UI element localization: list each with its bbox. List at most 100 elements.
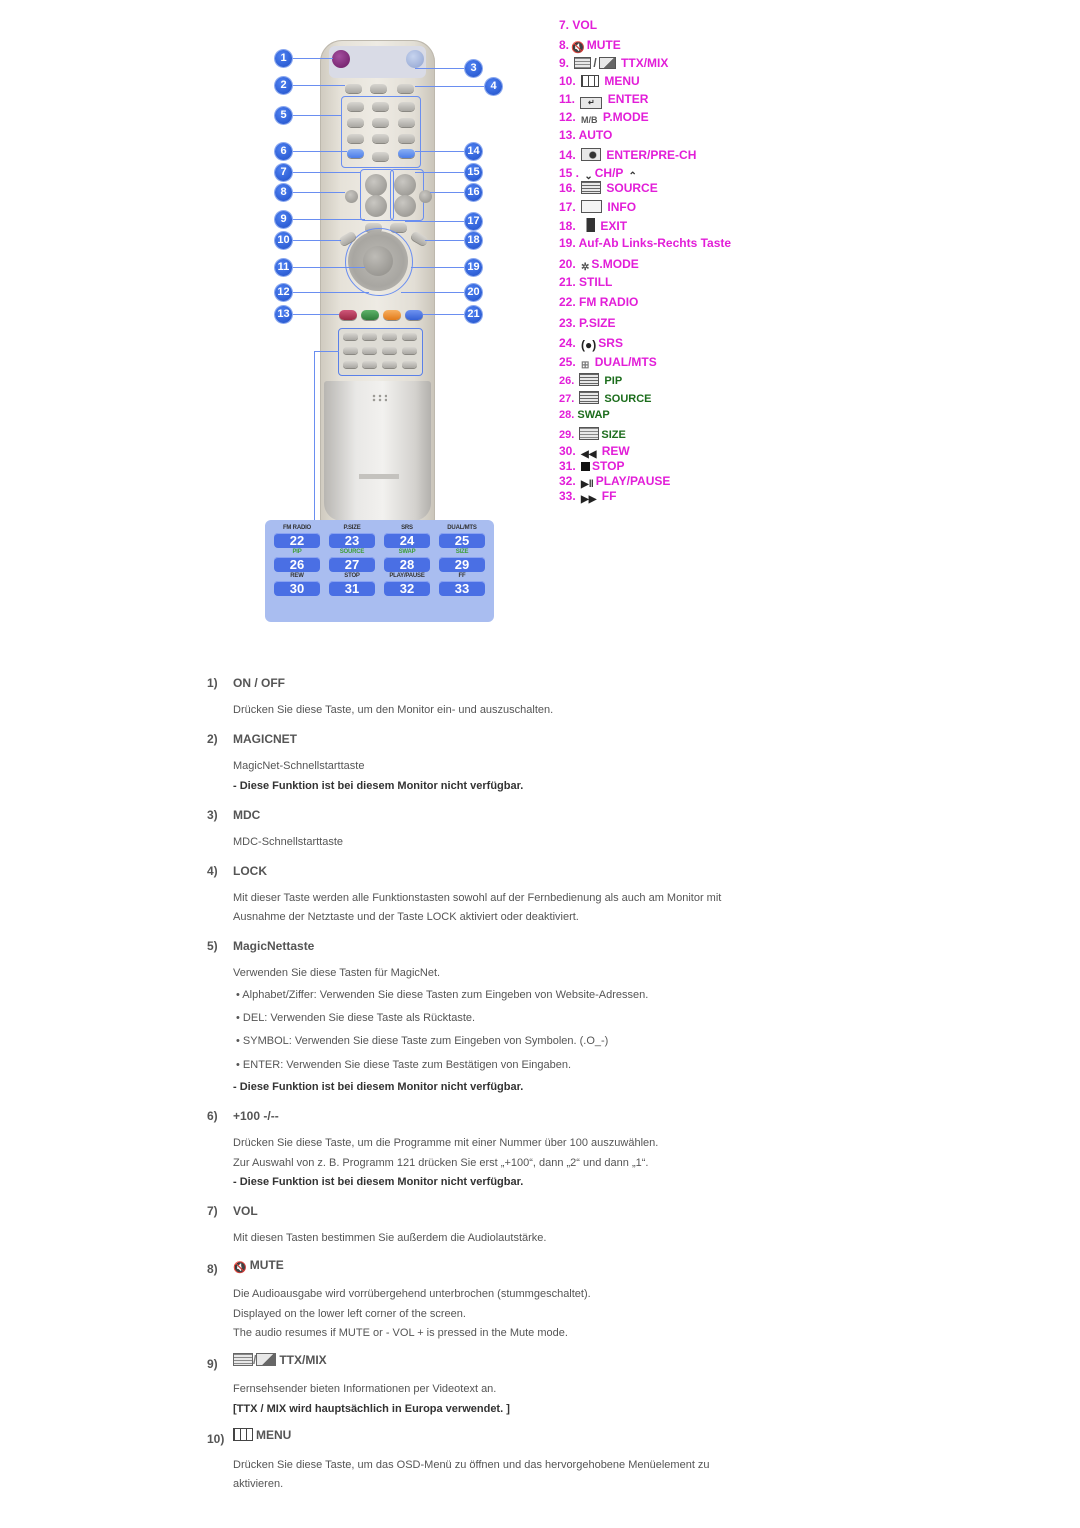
- section-number: 5): [207, 939, 218, 953]
- auto-button-image: [339, 310, 357, 320]
- mix-icon: [256, 1353, 277, 1366]
- mute-icon: 🔇: [571, 42, 585, 54]
- legend-number: 23.: [559, 316, 576, 330]
- section-number: 2): [207, 732, 218, 746]
- lock-button-image: [397, 84, 414, 93]
- callout-9: 9: [275, 211, 292, 228]
- callout-13: 13: [275, 306, 292, 323]
- legend-label: INFO: [607, 200, 637, 214]
- extra-key: [382, 333, 397, 340]
- callout-6: 6: [275, 143, 292, 160]
- legend-item: 13. AUTO: [559, 128, 612, 142]
- pmode-button-image: [361, 310, 379, 320]
- connector-line: [415, 151, 470, 152]
- key-table-label-row: FM RADIO P.SIZE SRS DUAL/MTS: [271, 524, 488, 533]
- callout-4: 4: [485, 78, 502, 95]
- section-heading: 7) VOL: [207, 1204, 258, 1218]
- legend-label: S.MODE: [591, 257, 639, 271]
- key-number: 32: [384, 581, 430, 596]
- callout-17: 17: [465, 213, 482, 230]
- legend-number: 28.: [559, 409, 575, 421]
- section-heading: 4) LOCK: [207, 864, 267, 878]
- legend-number: 8.: [559, 38, 570, 52]
- extra-key: [362, 347, 377, 354]
- ch-down-button-image: [394, 195, 416, 217]
- key-number: 30: [274, 581, 320, 596]
- fast-forward-icon: ▶▶: [581, 494, 597, 505]
- key-6: [398, 118, 415, 127]
- section-text: Drücken Sie diese Taste, um das OSD-Menü…: [233, 1459, 710, 1471]
- legend-number: 11.: [559, 92, 576, 106]
- key-number: 33: [439, 581, 485, 596]
- section-text: aktivieren.: [233, 1478, 284, 1490]
- section-note: - Diese Funktion ist bei diesem Monitor …: [233, 1176, 524, 1188]
- remote-brand-logo: [359, 474, 399, 479]
- key-label: PIP: [292, 549, 302, 555]
- section-number: 9): [207, 1357, 218, 1371]
- extra-key: [362, 361, 377, 368]
- legend-item: 26. PIP: [559, 373, 622, 388]
- connector-line: [405, 221, 470, 222]
- legend-item: 25. ⊞ DUAL/MTS: [559, 355, 657, 373]
- legend-number: 29.: [559, 429, 575, 441]
- legend-label: MENU: [604, 74, 640, 88]
- legend-label: P.SIZE: [579, 316, 616, 330]
- key-number: 25: [439, 533, 485, 548]
- callout-19: 19: [465, 259, 482, 276]
- connector-line: [283, 192, 345, 193]
- ttx-mix-icon: [598, 57, 616, 69]
- legend-number: 22.: [559, 295, 576, 309]
- info-icon: [581, 200, 603, 213]
- mute-button-image: [345, 190, 358, 203]
- legend-number: 7.: [559, 18, 570, 32]
- legend-label: ENTER: [607, 92, 649, 106]
- key-label: P.SIZE: [343, 525, 361, 531]
- legend-label: PLAY/PAUSE: [595, 474, 671, 488]
- legend-item: 14. ENTER/PRE-CH: [559, 148, 696, 162]
- dual-mts-icon: ⊞: [581, 360, 590, 371]
- section-heading: 6) +100 -/--: [207, 1109, 279, 1123]
- legend-item: 21. STILL: [559, 275, 612, 289]
- key-label: FF: [458, 573, 466, 579]
- exit-icon: [581, 218, 596, 232]
- key-number: 29: [439, 557, 485, 572]
- ttx-icon: [233, 1353, 253, 1366]
- section-title: +100 -/--: [233, 1109, 279, 1123]
- callout-3: 3: [465, 60, 482, 77]
- section-heading: 9) / TTX/MIX: [207, 1353, 327, 1371]
- section-title: MAGICNET: [233, 732, 297, 746]
- extra-keys-table: FM RADIO P.SIZE SRS DUAL/MTS 22 23 24 25…: [265, 520, 494, 622]
- connector-line: [283, 292, 369, 293]
- remote-battery-cover: [324, 381, 431, 521]
- menu-icon: [233, 1428, 253, 1441]
- vol-down-button-image: [365, 195, 387, 217]
- key-plus100: [347, 149, 364, 158]
- legend-number: 20.: [559, 257, 576, 271]
- legend-number: 13.: [559, 128, 576, 142]
- key-label: STOP: [344, 573, 360, 579]
- legend-label: EXIT: [600, 219, 628, 233]
- callout-8: 8: [275, 184, 292, 201]
- extra-key: [402, 333, 417, 340]
- key-label: DUAL/MTS: [447, 525, 477, 531]
- callout-10: 10: [275, 232, 292, 249]
- legend-number: 19.: [559, 236, 576, 250]
- legend-number: 10.: [559, 74, 576, 88]
- bullet-item: • Alphabet/Ziffer: Verwenden Sie diese T…: [236, 989, 649, 1001]
- connector-line: [314, 351, 339, 352]
- legend-number: 32.: [559, 474, 576, 488]
- connector-line: [411, 267, 470, 268]
- callout-11: 11: [275, 259, 292, 276]
- section-title: VOL: [233, 1204, 258, 1218]
- legend-item: 16. SOURCE: [559, 181, 658, 195]
- key-number: 31: [329, 581, 375, 596]
- legend-label: ENTER/PRE-CH: [606, 148, 697, 162]
- legend-label: AUTO: [578, 128, 613, 142]
- callout-16: 16: [465, 184, 482, 201]
- section-number: 7): [207, 1204, 218, 1218]
- legend-item: 31. STOP: [559, 459, 625, 473]
- key-label: SWAP: [398, 549, 416, 555]
- legend-label: REW: [601, 444, 630, 458]
- legend-item: 19. Auf-Ab Links-Rechts Taste: [559, 236, 731, 250]
- srs-icon: (●): [581, 338, 597, 352]
